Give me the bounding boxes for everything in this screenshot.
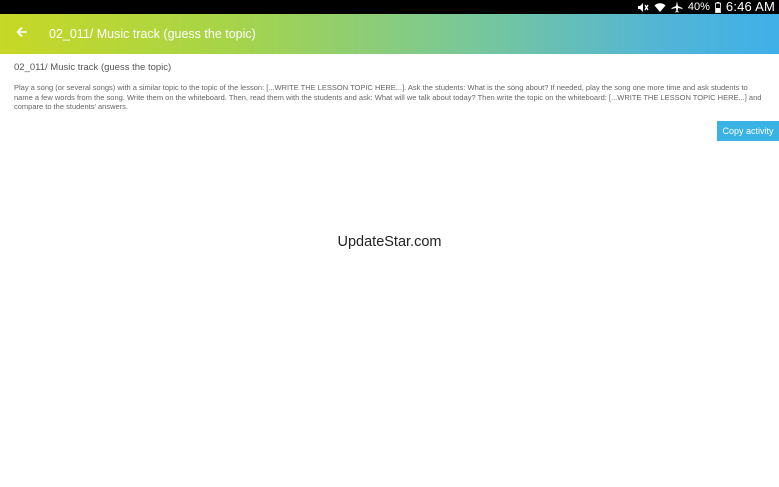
clock: 6:46 AM: [725, 0, 775, 14]
activity-title: 02_011/ Music track (guess the topic): [14, 62, 172, 73]
status-bar: 40% 6:46 AM: [0, 0, 779, 14]
arrow-left-icon: [16, 25, 28, 43]
mute-icon: [637, 2, 649, 13]
airplane-mode-icon: [671, 1, 683, 13]
battery-percent: 40%: [687, 1, 710, 13]
watermark: UpdateStar.com: [337, 234, 442, 250]
activity-description: Play a song (or several songs) with a si…: [14, 83, 762, 111]
back-button[interactable]: [10, 22, 34, 46]
status-icons: 40% 6:46 AM: [637, 0, 775, 14]
battery-icon: [714, 1, 721, 13]
wifi-icon: [654, 2, 666, 13]
page-title: 02_011/ Music track (guess the topic): [49, 27, 256, 41]
app-bar: 02_011/ Music track (guess the topic): [0, 14, 779, 54]
activity-content: 02_011/ Music track (guess the topic) Pl…: [14, 62, 766, 112]
copy-activity-button[interactable]: Copy activity: [717, 121, 779, 141]
